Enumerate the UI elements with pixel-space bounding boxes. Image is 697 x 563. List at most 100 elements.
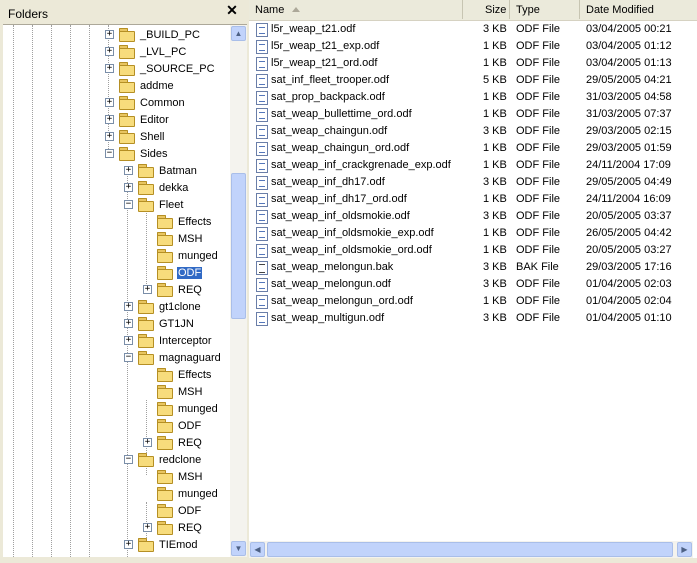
file-row[interactable]: l5r_weap_t21.odf 3 KB ODF File 03/04/2005 0…: [249, 21, 697, 38]
odf-file-icon: [256, 210, 268, 224]
file-row[interactable]: sat_inf_fleet_trooper.odf 5 KB ODF File 29/…: [249, 72, 697, 89]
expand-icon[interactable]: +: [105, 30, 114, 39]
tree-item[interactable]: − Fleet: [124, 196, 184, 213]
tree-item-label: Interceptor: [159, 334, 212, 347]
file-list-horizontal-scrollbar[interactable]: ◀ ▶: [249, 541, 693, 558]
column-header-type[interactable]: Type: [510, 0, 580, 19]
scroll-down-button[interactable]: ▼: [231, 541, 246, 556]
file-name: sat_weap_melongun_ord.odf: [271, 295, 413, 307]
expand-icon[interactable]: +: [143, 285, 152, 294]
close-icon[interactable]: ✕: [224, 2, 240, 18]
collapse-icon[interactable]: −: [124, 200, 133, 209]
tree-item[interactable]: + REQ: [143, 281, 203, 298]
expand-icon[interactable]: +: [105, 47, 114, 56]
expand-icon[interactable]: +: [143, 523, 152, 532]
file-row[interactable]: sat_weap_bullettime_ord.odf 1 KB ODF File 3…: [249, 106, 697, 123]
tree-item[interactable]: ODF: [143, 417, 202, 434]
collapse-icon[interactable]: −: [124, 353, 133, 362]
tree-item-label: Effects: [178, 215, 212, 228]
tree-item[interactable]: MSH: [143, 468, 203, 485]
expand-icon[interactable]: +: [124, 166, 133, 175]
column-header-size[interactable]: Size: [463, 0, 510, 19]
file-row[interactable]: sat_weap_inf_dh17.odf 3 KB ODF File 29/05/2…: [249, 174, 697, 191]
tree-item[interactable]: + TIEmod: [124, 536, 199, 553]
tree-item[interactable]: + gt1clone: [124, 298, 202, 315]
file-size: 3 KB: [483, 278, 507, 290]
tree-item[interactable]: + _SOURCE_PC: [105, 60, 216, 77]
file-row[interactable]: sat_weap_inf_dh17_ord.odf 1 KB ODF File 24/…: [249, 191, 697, 208]
expand-icon[interactable]: +: [124, 540, 133, 549]
expand-icon[interactable]: +: [124, 183, 133, 192]
file-row[interactable]: sat_weap_inf_crackgrenade_exp.odf 1 KB ODF…: [249, 157, 697, 174]
tree-item[interactable]: munged: [143, 400, 219, 417]
tree-item[interactable]: + GT1JN: [124, 315, 195, 332]
collapse-icon[interactable]: −: [105, 149, 114, 158]
tree-item[interactable]: Effects: [143, 213, 212, 230]
tree-item[interactable]: MSH: [143, 230, 203, 247]
file-row[interactable]: sat_weap_melongun_ord.odf 1 KB ODF File 01/…: [249, 293, 697, 310]
file-row[interactable]: sat_weap_inf_oldsmokie_exp.odf 1 KB ODF Fi…: [249, 225, 697, 242]
tree-item[interactable]: − Sides: [105, 145, 169, 162]
tree-vertical-scrollbar[interactable]: ▲ ▼: [230, 25, 247, 557]
tree-item[interactable]: munged: [143, 485, 219, 502]
file-list-view[interactable]: Name Size Type Date Modified l5r_weap_t2…: [249, 0, 697, 563]
tree-item[interactable]: + dekka: [124, 179, 189, 196]
tree-item[interactable]: addme: [105, 77, 175, 94]
file-name: sat_weap_inf_dh17.odf: [271, 176, 385, 188]
tree-item[interactable]: ODF: [143, 264, 203, 281]
tree-item-label: _LVL_PC: [140, 45, 187, 58]
column-header-date-modified[interactable]: Date Modified: [580, 0, 697, 19]
file-row[interactable]: sat_weap_inf_oldsmokie.odf 3 KB ODF File 20…: [249, 208, 697, 225]
tree-item[interactable]: + Shell: [105, 128, 165, 145]
tree-item[interactable]: + Common: [105, 94, 186, 111]
horizontal-scroll-thumb[interactable]: [267, 542, 673, 557]
tree-item[interactable]: Effects: [143, 366, 212, 383]
tree-item[interactable]: + Editor: [105, 111, 170, 128]
folder-icon: [119, 96, 135, 110]
column-header-name[interactable]: Name: [249, 0, 463, 19]
file-row[interactable]: sat_prop_backpack.odf 1 KB ODF File 31/03/2…: [249, 89, 697, 106]
tree-item[interactable]: − magnaguard: [124, 349, 222, 366]
expand-icon[interactable]: +: [105, 115, 114, 124]
tree-item[interactable]: − redclone: [124, 451, 202, 468]
tree-item[interactable]: + REQ: [143, 434, 203, 451]
collapse-icon[interactable]: −: [124, 455, 133, 464]
file-row[interactable]: l5r_weap_t21_exp.odf 1 KB ODF File 03/04/20…: [249, 38, 697, 55]
file-row[interactable]: sat_weap_chaingun.odf 3 KB ODF File 29/03/2…: [249, 123, 697, 140]
file-row[interactable]: sat_weap_melongun.odf 3 KB ODF File 01/04/2…: [249, 276, 697, 293]
scroll-right-button[interactable]: ▶: [677, 542, 692, 557]
folder-tree-view[interactable]: + _BUILD_PC + _LVL_PC + _SOURCE_PC addme + Commo…: [3, 24, 247, 557]
file-row[interactable]: l5r_weap_t21_ord.odf 1 KB ODF File 03/04/20…: [249, 55, 697, 72]
scroll-thumb[interactable]: [231, 173, 246, 319]
file-name: sat_weap_inf_oldsmokie_exp.odf: [271, 227, 434, 239]
file-date-modified: 03/04/2005 01:13: [586, 57, 672, 69]
tree-item-label: Editor: [140, 113, 169, 126]
tree-item[interactable]: + _BUILD_PC: [105, 26, 201, 43]
tree-item[interactable]: MSH: [143, 383, 203, 400]
expand-icon[interactable]: +: [124, 319, 133, 328]
expand-icon[interactable]: +: [124, 302, 133, 311]
tree-item-label: munged: [178, 487, 218, 500]
expand-icon[interactable]: +: [143, 438, 152, 447]
expand-icon[interactable]: +: [105, 64, 114, 73]
file-row[interactable]: sat_weap_melongun.bak 3 KB BAK File 29/03/2…: [249, 259, 697, 276]
tree-item[interactable]: + _LVL_PC: [105, 43, 187, 60]
tree-item[interactable]: + Interceptor: [124, 332, 213, 349]
tree-item-label: _SOURCE_PC: [140, 62, 215, 75]
tree-item[interactable]: + REQ: [143, 519, 203, 536]
file-row[interactable]: sat_weap_multigun.odf 3 KB ODF File 01/04/2…: [249, 310, 697, 327]
expand-icon[interactable]: +: [105, 98, 114, 107]
chevron-down-icon: ▼: [234, 544, 243, 553]
tree-item[interactable]: + Batman: [124, 162, 198, 179]
tree-item[interactable]: ODF: [143, 502, 202, 519]
tree-item-label: MSH: [178, 385, 203, 398]
file-row[interactable]: sat_weap_chaingun_ord.odf 1 KB ODF File 29/…: [249, 140, 697, 157]
expand-icon[interactable]: +: [124, 336, 133, 345]
expand-icon[interactable]: +: [105, 132, 114, 141]
file-type: ODF File: [516, 23, 560, 35]
tree-item[interactable]: munged: [143, 247, 219, 264]
file-row[interactable]: sat_weap_inf_oldsmokie_ord.odf 1 KB ODF Fi…: [249, 242, 697, 259]
scroll-left-button[interactable]: ◀: [250, 542, 265, 557]
scroll-up-button[interactable]: ▲: [231, 26, 246, 41]
